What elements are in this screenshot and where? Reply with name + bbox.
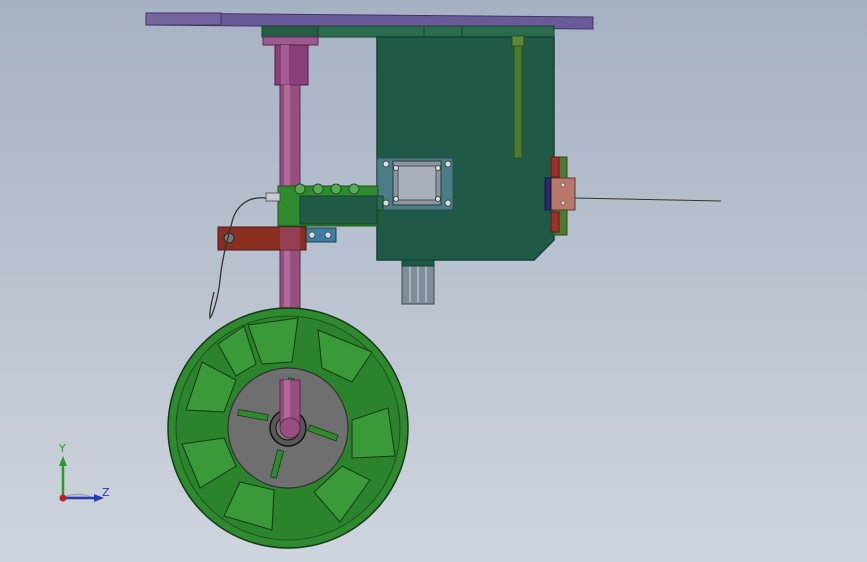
cad-viewport[interactable]: Y Z <box>0 0 867 562</box>
cad-model-assembly[interactable] <box>0 0 867 562</box>
clamp-bracket[interactable] <box>217 226 307 251</box>
needle <box>574 197 722 202</box>
wire-hook <box>209 197 267 320</box>
triad-y-label: Y <box>59 442 66 455</box>
coordinate-triad: Y Z <box>50 440 120 510</box>
main-block[interactable] <box>376 35 555 261</box>
mounting-strip[interactable] <box>261 25 555 38</box>
rod-lower-end <box>279 379 301 439</box>
motor-mount[interactable] <box>376 157 454 211</box>
rod-collar[interactable] <box>262 36 319 86</box>
triad-z-label: Z <box>102 486 110 499</box>
y-axis-arrow <box>59 456 67 466</box>
motor-stub[interactable] <box>401 259 435 305</box>
x-axis-dot <box>59 494 67 502</box>
